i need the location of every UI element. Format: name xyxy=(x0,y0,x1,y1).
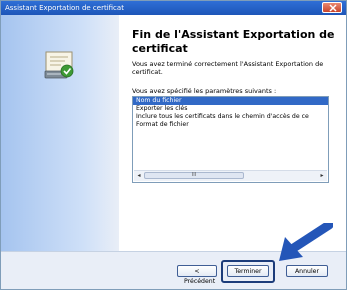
title-bar[interactable]: Assistant Exportation de certificat xyxy=(1,1,346,15)
list-item[interactable]: Exporter les clés xyxy=(133,105,328,113)
certificate-icon xyxy=(44,51,74,79)
settings-list[interactable]: Nom du fichier Exporter les clés Inclure… xyxy=(132,96,329,183)
export-wizard-window: Assistant Exportation de certificat Fin … xyxy=(0,0,347,290)
previous-button[interactable]: < Précédent xyxy=(177,265,217,285)
horizontal-scrollbar[interactable]: ◂ III ▸ xyxy=(134,170,327,181)
settings-label: Vous avez spécifié les paramètres suivan… xyxy=(132,87,277,95)
completion-message: Vous avez terminé correctement l'Assista… xyxy=(132,60,324,76)
close-button[interactable] xyxy=(322,2,342,13)
list-item[interactable]: Format de fichier xyxy=(133,121,328,129)
scroll-thumb[interactable]: III xyxy=(144,172,244,179)
arrow-icon xyxy=(279,223,333,261)
scroll-left-icon[interactable]: ◂ xyxy=(134,171,144,181)
window-title: Assistant Exportation de certificat xyxy=(5,4,124,12)
list-item[interactable]: Inclure tous les certificats dans le che… xyxy=(133,113,328,121)
wizard-side-panel xyxy=(1,15,119,251)
page-title: Fin de l'Assistant Exportation de certif… xyxy=(132,28,335,55)
close-icon xyxy=(329,4,337,12)
list-item[interactable]: Nom du fichier xyxy=(133,97,328,105)
scroll-right-icon[interactable]: ▸ xyxy=(317,171,327,181)
